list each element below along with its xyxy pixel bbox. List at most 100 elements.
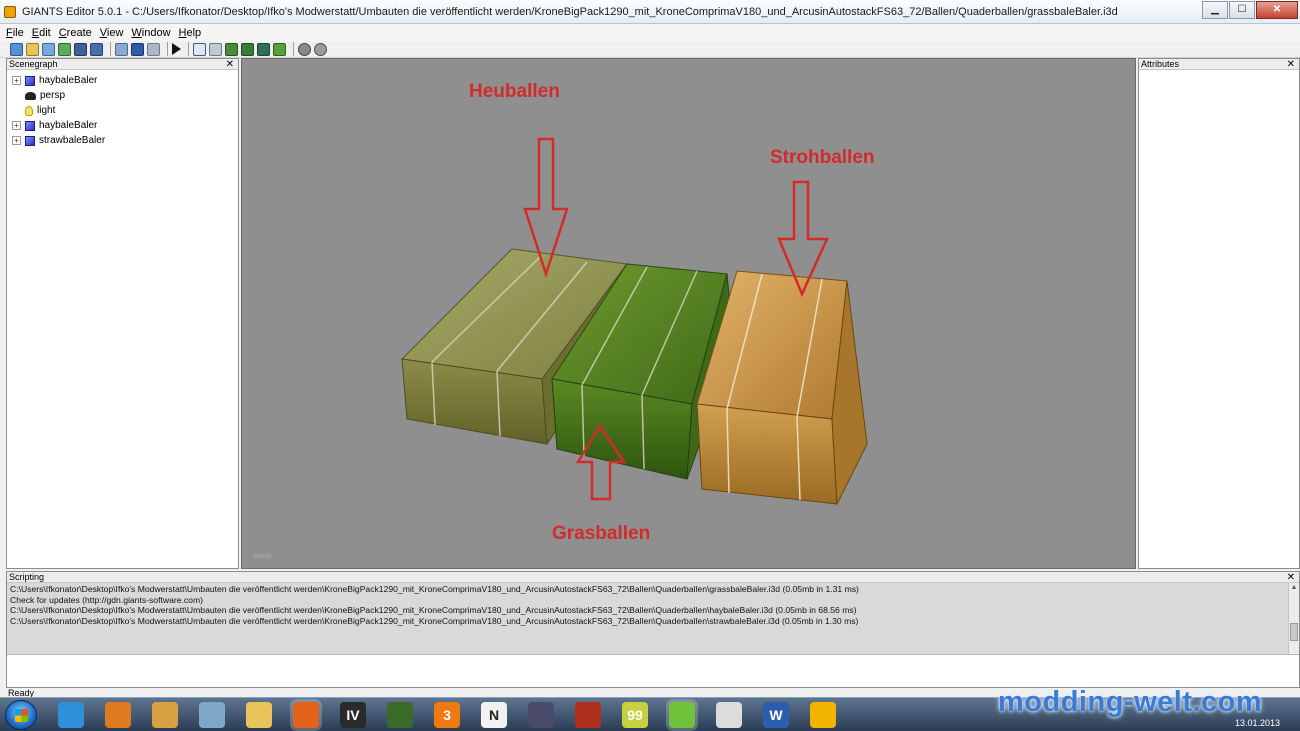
foliage-icon[interactable] bbox=[257, 42, 270, 56]
paint-icon[interactable] bbox=[241, 42, 254, 56]
window-title: GIANTS Editor 5.0.1 - C:/Users/Ifkonator… bbox=[22, 5, 1118, 18]
toolbar bbox=[0, 41, 1300, 58]
attributes-header: Attributes ✕ bbox=[1139, 59, 1299, 70]
annotation-heuballen: Heuballen bbox=[469, 81, 560, 102]
scripting-panel: Scripting ✕ C:\Users\Ifkonator\Desktop\I… bbox=[6, 571, 1300, 688]
task-icon-label: IV bbox=[346, 707, 360, 723]
scripting-header: Scripting ✕ bbox=[7, 572, 1299, 583]
3d-viewport[interactable]: Heuballen Strohballen Grasballen persp bbox=[241, 58, 1136, 569]
scripting-close-button[interactable]: ✕ bbox=[1287, 572, 1295, 583]
settings-icon[interactable] bbox=[298, 42, 311, 56]
console-scrollbar[interactable]: ▲ bbox=[1288, 583, 1299, 654]
select-icon[interactable] bbox=[193, 42, 206, 56]
console-line: C:\Users\Ifkonator\Desktop\Ifko's Modwer… bbox=[10, 584, 859, 594]
straw-bale-front bbox=[696, 403, 838, 505]
scenegraph-title: Scenegraph bbox=[9, 59, 58, 69]
toolbar-separator bbox=[167, 42, 168, 56]
watermark: modding-welt.com bbox=[998, 686, 1263, 718]
annotation-strohballen: Strohballen bbox=[770, 147, 875, 168]
tree-item-haybale-baler-2[interactable]: + haybaleBaler bbox=[7, 118, 238, 133]
tree-item-label: haybaleBaler bbox=[39, 120, 98, 131]
truck-icon[interactable] bbox=[528, 702, 554, 728]
tools-icon[interactable] bbox=[314, 42, 327, 56]
task-icon-label: 99 bbox=[627, 707, 643, 723]
expand-icon[interactable]: + bbox=[12, 121, 21, 130]
word-icon[interactable]: W bbox=[763, 702, 789, 728]
media-player-icon[interactable] bbox=[105, 702, 131, 728]
giants-editor-app-icon bbox=[4, 5, 16, 18]
console-line: C:\Users\Ifkonator\Desktop\Ifko's Modwer… bbox=[10, 615, 859, 626]
gta-iv-icon[interactable]: IV bbox=[340, 702, 366, 728]
windows-logo-icon bbox=[15, 709, 28, 722]
play-icon[interactable] bbox=[172, 43, 181, 55]
notepad-icon[interactable]: N bbox=[481, 702, 507, 728]
viewport-camera-label: persp bbox=[254, 553, 272, 560]
menu-help[interactable]: Help bbox=[179, 27, 202, 39]
export-icon[interactable] bbox=[58, 42, 71, 56]
scenegraph-tree: + haybaleBaler persp light + haybaleBale… bbox=[7, 70, 238, 148]
tree-item-persp[interactable]: persp bbox=[7, 88, 238, 103]
toolbar-separator bbox=[110, 42, 111, 56]
monitor-99-icon[interactable]: 99 bbox=[622, 702, 648, 728]
bales-render bbox=[400, 137, 868, 506]
minimize-button[interactable]: ▁ bbox=[1202, 1, 1228, 19]
icq-icon[interactable] bbox=[669, 702, 695, 728]
task-icon-label: N bbox=[488, 707, 500, 723]
task-icon-label: 3 bbox=[443, 707, 451, 723]
giants-editor-icon[interactable] bbox=[810, 702, 836, 728]
explorer-folder-icon[interactable] bbox=[246, 702, 272, 728]
script-input[interactable] bbox=[7, 655, 1299, 685]
menu-view[interactable]: View bbox=[100, 27, 124, 39]
inkscape-icon[interactable] bbox=[716, 702, 742, 728]
menu-file[interactable]: File bbox=[6, 27, 24, 39]
save-icon[interactable] bbox=[74, 42, 87, 56]
start-button[interactable] bbox=[5, 700, 37, 730]
camera-icon bbox=[25, 91, 36, 100]
grass-icon[interactable] bbox=[273, 42, 286, 56]
refresh-icon[interactable] bbox=[147, 42, 160, 56]
maximize-button[interactable]: ☐ bbox=[1229, 1, 1255, 19]
tractor-icon[interactable] bbox=[387, 702, 413, 728]
menu-bar: File Edit Create View Window Help bbox=[0, 24, 1300, 41]
save-all-icon[interactable] bbox=[90, 42, 103, 56]
tree-item-haybale-baler[interactable]: + haybaleBaler bbox=[7, 73, 238, 88]
toolbar-separator bbox=[188, 42, 189, 56]
terrain-icon[interactable] bbox=[225, 42, 238, 56]
scroll-thumb[interactable] bbox=[1290, 623, 1298, 641]
harvester-icon[interactable] bbox=[575, 702, 601, 728]
cube-icon bbox=[25, 75, 35, 86]
paint-app-icon[interactable] bbox=[152, 702, 178, 728]
attributes-close-button[interactable]: ✕ bbox=[1287, 59, 1295, 70]
game-3-icon[interactable]: 3 bbox=[434, 702, 460, 728]
tree-item-label: persp bbox=[40, 90, 66, 101]
expand-icon[interactable]: + bbox=[12, 136, 21, 145]
tray-date: 13.01.2013 bbox=[1234, 718, 1280, 728]
menu-window[interactable]: Window bbox=[131, 27, 170, 39]
menu-edit[interactable]: Edit bbox=[32, 27, 51, 39]
expand-icon[interactable]: + bbox=[12, 76, 21, 85]
open-icon[interactable] bbox=[26, 42, 39, 56]
move-icon[interactable] bbox=[209, 42, 222, 56]
attributes-panel: Attributes ✕ bbox=[1138, 58, 1300, 569]
import-icon[interactable] bbox=[42, 42, 55, 56]
tools-app-icon[interactable] bbox=[199, 702, 225, 728]
redo-icon[interactable] bbox=[131, 42, 144, 56]
toolbar-separator bbox=[293, 42, 294, 56]
tree-item-label: light bbox=[37, 105, 56, 116]
tree-item-strawbale-baler[interactable]: + strawbaleBaler bbox=[7, 133, 238, 148]
new-icon[interactable] bbox=[10, 42, 23, 56]
firefox-icon[interactable] bbox=[293, 702, 319, 728]
script-console-output: C:\Users\Ifkonator\Desktop\Ifko's Modwer… bbox=[7, 583, 1299, 655]
internet-explorer-icon[interactable] bbox=[58, 702, 84, 728]
console-line: C:\Users\Ifkonator\Desktop\Ifko's Modwer… bbox=[10, 605, 857, 615]
title-bar: GIANTS Editor 5.0.1 - C:/Users/Ifkonator… bbox=[0, 0, 1300, 24]
cube-icon bbox=[25, 135, 35, 146]
close-button[interactable]: ✕ bbox=[1256, 1, 1298, 19]
scenegraph-close-button[interactable]: ✕ bbox=[226, 59, 234, 70]
menu-create[interactable]: Create bbox=[59, 27, 92, 39]
console-line: Check for updates (http://gdn.giants-sof… bbox=[10, 594, 203, 605]
tree-item-light[interactable]: light bbox=[7, 103, 238, 118]
undo-icon[interactable] bbox=[115, 42, 128, 56]
light-icon bbox=[25, 105, 33, 116]
scroll-up-icon[interactable]: ▲ bbox=[1289, 583, 1299, 593]
